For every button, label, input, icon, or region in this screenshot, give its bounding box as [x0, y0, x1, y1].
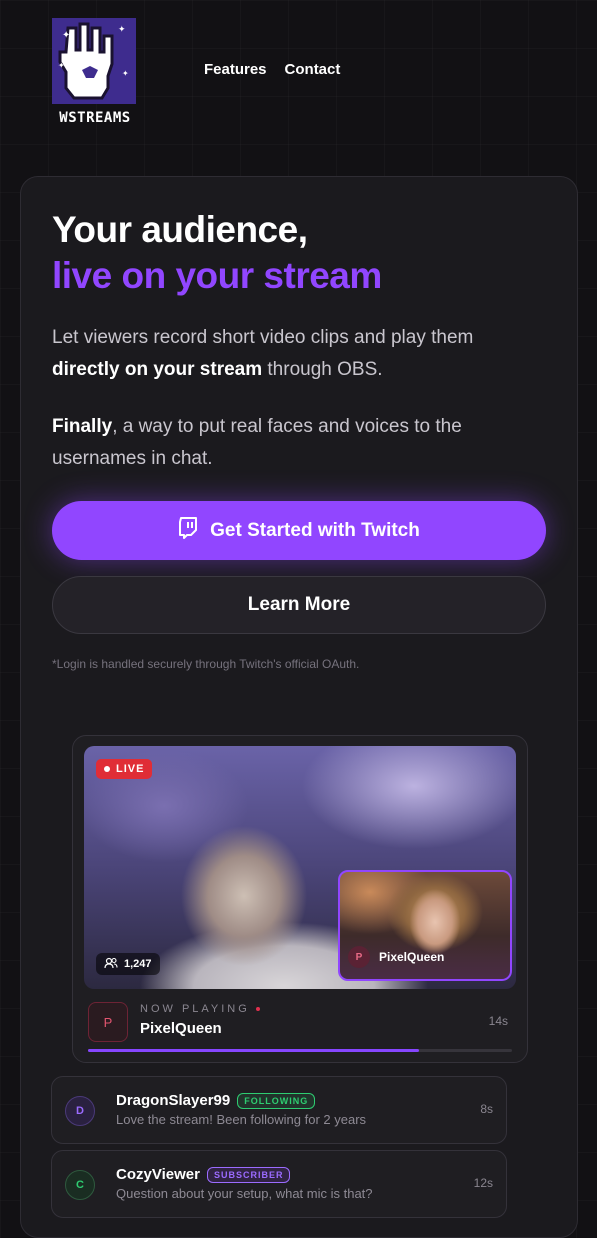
chat-message[interactable]: C CozyViewer SUBSCRIBER Question about y…	[51, 1150, 507, 1218]
headline-main: Your audience,	[52, 209, 308, 250]
clip-progress-bar	[88, 1049, 512, 1052]
stream-video[interactable]: LIVE 1,247 P PixelQueen	[84, 746, 516, 989]
live-badge: LIVE	[96, 759, 153, 779]
hero-description: Let viewers record short video clips and…	[52, 322, 532, 386]
message-user: CozyViewer SUBSCRIBER	[116, 1166, 291, 1183]
chat-message[interactable]: D DragonSlayer99 FOLLOWING Love the stre…	[51, 1076, 507, 1144]
message-avatar: C	[65, 1170, 95, 1200]
message-time: 12s	[473, 1176, 493, 1190]
live-label: LIVE	[116, 763, 145, 775]
nav-contact-link[interactable]: Contact	[285, 61, 341, 78]
brand-name: WSTREAMS	[59, 110, 131, 126]
description-bold: directly on your stream	[52, 359, 263, 380]
tagline-rest: , a way to put real faces and voices to …	[52, 416, 462, 469]
svg-text:✦: ✦	[62, 30, 70, 41]
now-playing-label: NOW PLAYING	[140, 1003, 260, 1015]
pip-username: PixelQueen	[379, 950, 445, 964]
hero-headline: Your audience, live on your stream	[52, 207, 552, 299]
message-text: Question about your setup, what mic is t…	[116, 1186, 373, 1201]
hero-tagline: Finally, a way to put real faces and voi…	[52, 411, 532, 475]
now-playing-username: PixelQueen	[140, 1020, 222, 1037]
svg-text:✦: ✦	[118, 25, 126, 35]
site-header: ✦ ✦ ✦ ✦ WSTREAMS Features Contact	[0, 0, 597, 140]
message-time: 8s	[480, 1102, 493, 1116]
tagline-bold: Finally	[52, 416, 113, 437]
now-playing-avatar: P	[88, 1002, 128, 1042]
following-badge: FOLLOWING	[237, 1092, 316, 1109]
subscriber-badge: SUBSCRIBER	[206, 1166, 291, 1183]
pixel-hand-w-icon: ✦ ✦ ✦ ✦	[52, 18, 136, 104]
message-avatar: D	[65, 1096, 95, 1126]
viewer-count: 1,247	[124, 958, 152, 970]
message-username: DragonSlayer99	[116, 1092, 231, 1109]
viewer-clip-pip[interactable]: P PixelQueen	[338, 870, 512, 981]
now-playing: P NOW PLAYING PixelQueen 14s	[88, 1000, 512, 1042]
live-dot-icon	[104, 766, 110, 772]
pip-avatar: P	[348, 946, 370, 968]
get-started-twitch-button[interactable]: Get Started with Twitch	[52, 501, 546, 560]
stream-preview: LIVE 1,247 P PixelQueen P NOW PLAYING Pi…	[72, 735, 528, 1063]
get-started-label: Get Started with Twitch	[210, 519, 420, 541]
twitch-icon	[178, 516, 198, 545]
users-icon	[104, 957, 118, 972]
oauth-note: *Login is handled securely through Twitc…	[52, 657, 360, 671]
message-username: CozyViewer	[116, 1166, 200, 1183]
clip-progress-fill	[88, 1049, 419, 1052]
viewer-count-badge: 1,247	[96, 953, 160, 975]
message-user: DragonSlayer99 FOLLOWING	[116, 1092, 316, 1109]
main-nav: Features Contact	[204, 61, 340, 78]
description-start: Let viewers record short video clips and…	[52, 327, 474, 348]
message-text: Love the stream! Been following for 2 ye…	[116, 1112, 367, 1127]
svg-text:✦: ✦	[58, 61, 65, 70]
recording-dot-icon	[255, 1007, 260, 1011]
now-playing-label-text: NOW PLAYING	[140, 1003, 250, 1015]
learn-more-button[interactable]: Learn More	[52, 576, 546, 634]
headline-accent: live on your stream	[52, 255, 382, 296]
description-end: through OBS.	[262, 359, 383, 380]
nav-features-link[interactable]: Features	[204, 61, 267, 78]
now-playing-duration: 14s	[488, 1014, 508, 1028]
svg-text:✦: ✦	[122, 69, 129, 78]
